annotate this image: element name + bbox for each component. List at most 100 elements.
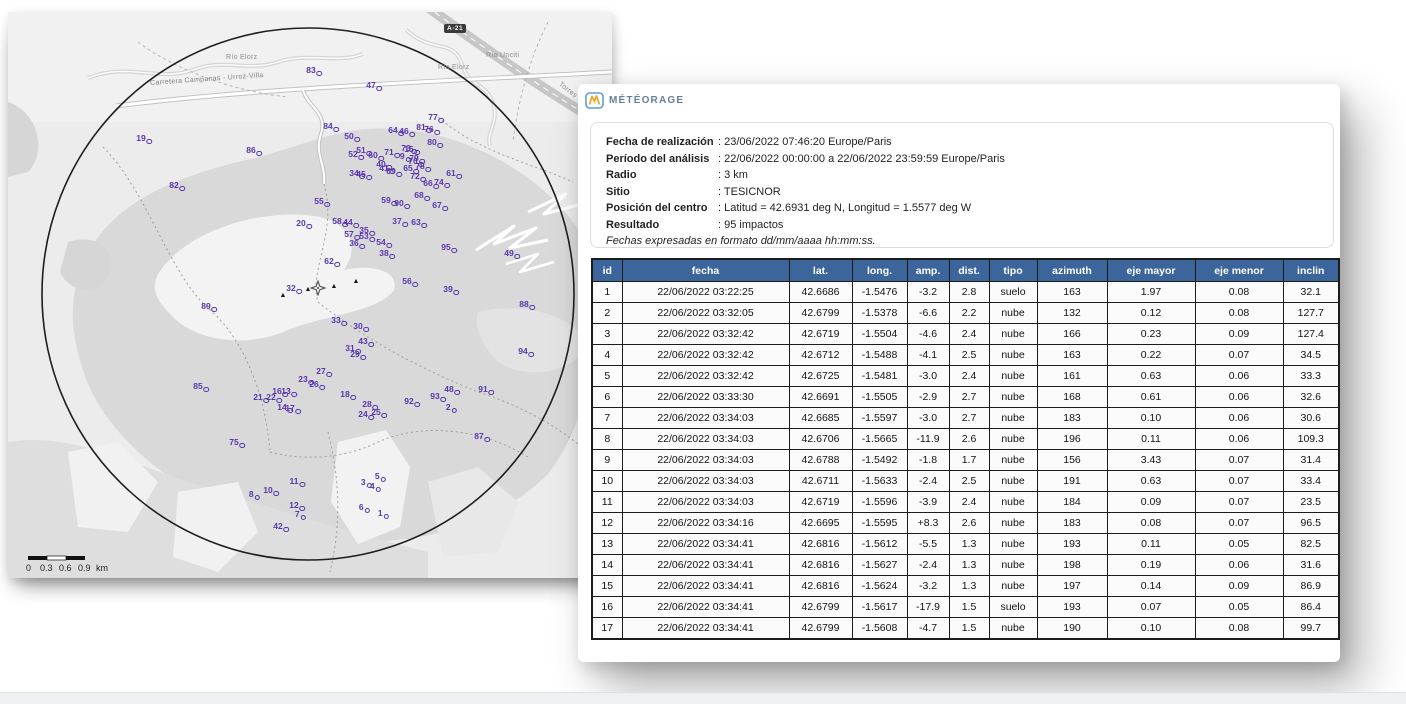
brand-name: MÉTÉORAGE xyxy=(609,95,684,106)
strike-marker-74: 74 xyxy=(434,178,450,188)
cell-fecha: 22/06/2022 03:34:03 xyxy=(622,471,789,492)
strike-marker-62: 62 xyxy=(324,257,340,267)
cell-inclin: 82.5 xyxy=(1283,534,1339,555)
cell-eje_mayor: 1.97 xyxy=(1107,282,1195,303)
cell-long: -1.5492 xyxy=(852,450,907,471)
cell-long: -1.5627 xyxy=(852,555,907,576)
cell-eje_mayor: 0.10 xyxy=(1107,408,1195,429)
cell-eje_menor: 0.08 xyxy=(1195,303,1283,324)
meteorage-bolt-icon xyxy=(585,92,604,109)
meta-line: Posición del centro: Latitud = 42.6931 d… xyxy=(606,200,1318,217)
cell-long: -1.5624 xyxy=(852,576,907,597)
cell-eje_menor: 0.07 xyxy=(1195,471,1283,492)
impacts-table-body: 122/06/2022 03:22:2542.6686-1.5476-3.22.… xyxy=(592,282,1339,640)
cell-dist: 2.4 xyxy=(949,366,989,387)
cell-lat: 42.6725 xyxy=(789,366,852,387)
cell-azimuth: 183 xyxy=(1037,513,1107,534)
cell-tipo: nube xyxy=(989,471,1037,492)
strike-marker-60: 60 xyxy=(368,151,384,161)
strike-marker-80: 80 xyxy=(427,138,443,148)
strike-marker-86: 86 xyxy=(246,146,262,156)
cell-inclin: 127.4 xyxy=(1283,324,1339,345)
cell-long: -1.5595 xyxy=(852,513,907,534)
cell-eje_mayor: 0.08 xyxy=(1107,513,1195,534)
cell-inclin: 86.9 xyxy=(1283,576,1339,597)
strike-marker-63: 63 xyxy=(411,218,427,228)
cell-inclin: 32.6 xyxy=(1283,387,1339,408)
cell-lat: 42.6799 xyxy=(789,597,852,618)
table-row: 1522/06/2022 03:34:4142.6816-1.5624-3.21… xyxy=(592,576,1339,597)
meta-value: : 23/06/2022 07:46:20 Europe/Paris xyxy=(718,134,892,151)
table-row: 1722/06/2022 03:34:4142.6799-1.5608-4.71… xyxy=(592,618,1339,640)
strike-marker-49: 49 xyxy=(504,249,520,259)
col-header-eje_mayor: eje mayor xyxy=(1107,259,1195,282)
cell-dist: 2.7 xyxy=(949,387,989,408)
strike-marker-71: 71 xyxy=(384,148,400,158)
strike-marker-95: 95 xyxy=(441,243,457,253)
cell-eje_menor: 0.09 xyxy=(1195,576,1283,597)
cell-eje_menor: 0.07 xyxy=(1195,492,1283,513)
meta-value: : 22/06/2022 00:00:00 a 22/06/2022 23:59… xyxy=(718,151,1005,168)
strike-marker-7: 7 xyxy=(295,510,306,520)
cell-fecha: 22/06/2022 03:34:03 xyxy=(622,408,789,429)
strike-marker-4: 4 xyxy=(370,482,381,492)
cell-azimuth: 193 xyxy=(1037,597,1107,618)
cell-id: 14 xyxy=(592,555,622,576)
cell-eje_menor: 0.06 xyxy=(1195,429,1283,450)
strike-marker-53: 53 xyxy=(359,232,375,242)
cell-tipo: suelo xyxy=(989,597,1037,618)
strike-marker-88: 88 xyxy=(519,300,535,310)
strike-marker-19: 19 xyxy=(136,134,152,144)
cell-dist: 2.7 xyxy=(949,408,989,429)
ridge-triangle-2: ▲ xyxy=(305,286,312,293)
cell-eje_menor: 0.07 xyxy=(1195,513,1283,534)
strike-marker-82: 82 xyxy=(169,181,185,191)
cell-eje_mayor: 0.14 xyxy=(1107,576,1195,597)
cell-azimuth: 156 xyxy=(1037,450,1107,471)
cell-tipo: nube xyxy=(989,450,1037,471)
cell-lat: 42.6691 xyxy=(789,387,852,408)
cell-lat: 42.6799 xyxy=(789,303,852,324)
table-row: 1222/06/2022 03:34:1642.6695-1.5595+8.32… xyxy=(592,513,1339,534)
cell-lat: 42.6816 xyxy=(789,555,852,576)
meta-value: : 95 impactos xyxy=(718,217,783,234)
cell-eje_mayor: 0.22 xyxy=(1107,345,1195,366)
strike-marker-68: 68 xyxy=(414,191,430,201)
cell-id: 15 xyxy=(592,576,622,597)
cell-inclin: 96.5 xyxy=(1283,513,1339,534)
strike-marker-33: 33 xyxy=(331,316,347,326)
cell-eje_menor: 0.06 xyxy=(1195,408,1283,429)
cell-dist: 1.3 xyxy=(949,576,989,597)
cell-azimuth: 166 xyxy=(1037,324,1107,345)
col-header-eje_menor: eje menor xyxy=(1195,259,1283,282)
strike-marker-87: 87 xyxy=(474,432,490,442)
strike-marker-89: 89 xyxy=(201,302,217,312)
table-row: 1022/06/2022 03:34:0342.6711-1.5633-2.42… xyxy=(592,471,1339,492)
strike-marker-11: 11 xyxy=(289,477,305,487)
cell-dist: 2.2 xyxy=(949,303,989,324)
cell-inclin: 99.7 xyxy=(1283,618,1339,640)
col-header-azimuth: azimuth xyxy=(1037,259,1107,282)
cell-id: 5 xyxy=(592,366,622,387)
cell-fecha: 22/06/2022 03:34:41 xyxy=(622,576,789,597)
table-row: 922/06/2022 03:34:0342.6788-1.5492-1.81.… xyxy=(592,450,1339,471)
cell-tipo: nube xyxy=(989,303,1037,324)
cell-fecha: 22/06/2022 03:34:41 xyxy=(622,534,789,555)
col-header-long: long. xyxy=(852,259,907,282)
cell-long: -1.5504 xyxy=(852,324,907,345)
table-row: 822/06/2022 03:34:0342.6706-1.5665-11.92… xyxy=(592,429,1339,450)
cell-long: -1.5481 xyxy=(852,366,907,387)
cell-eje_mayor: 0.63 xyxy=(1107,471,1195,492)
strike-marker-52: 52 xyxy=(348,150,364,160)
cell-azimuth: 191 xyxy=(1037,471,1107,492)
meta-value: : TESICNOR xyxy=(718,184,781,201)
cell-tipo: nube xyxy=(989,408,1037,429)
cell-azimuth: 198 xyxy=(1037,555,1107,576)
meta-line: Radio: 3 km xyxy=(606,167,1318,184)
cell-eje_menor: 0.05 xyxy=(1195,534,1283,555)
strike-marker-32: 32 xyxy=(286,284,302,294)
cell-lat: 42.6711 xyxy=(789,471,852,492)
strike-marker-layer: 1234567891011121314151617181920212223242… xyxy=(8,12,612,578)
cell-lat: 42.6799 xyxy=(789,618,852,640)
meta-line: Período del análisis: 22/06/2022 00:00:0… xyxy=(606,151,1318,168)
